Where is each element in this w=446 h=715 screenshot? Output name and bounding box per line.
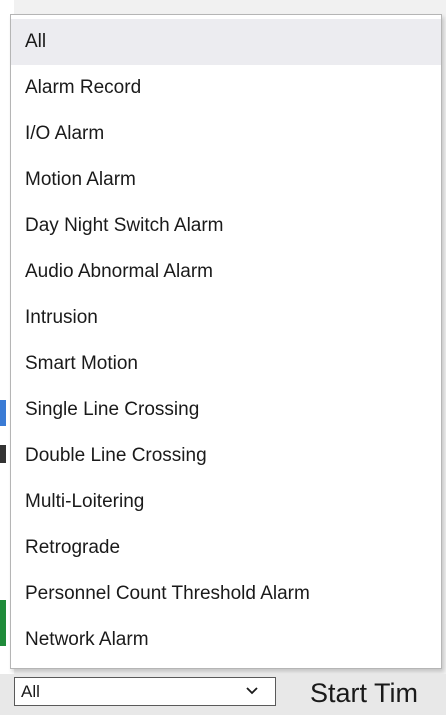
option-motion-alarm[interactable]: Motion Alarm [11,157,441,203]
option-day-night-switch-alarm[interactable]: Day Night Switch Alarm [11,203,441,249]
option-all[interactable]: All [11,19,441,65]
alarm-type-select[interactable]: All [14,677,276,706]
alarm-type-dropdown-list: All Alarm Record I/O Alarm Motion Alarm … [10,14,442,669]
option-io-alarm[interactable]: I/O Alarm [11,111,441,157]
alarm-type-select-value: All [21,682,40,701]
option-multi-loitering[interactable]: Multi-Loitering [11,479,441,525]
option-intrusion[interactable]: Intrusion [11,295,441,341]
option-single-line-crossing[interactable]: Single Line Crossing [11,387,441,433]
option-network-alarm[interactable]: Network Alarm [11,617,441,663]
start-time-label: Start Tim [310,678,419,708]
option-smart-motion[interactable]: Smart Motion [11,341,441,387]
option-alarm-record[interactable]: Alarm Record [11,65,441,111]
option-retrograde[interactable]: Retrograde [11,525,441,571]
background-mark-blue [0,400,6,426]
chevron-down-icon[interactable] [245,684,259,698]
option-personnel-count-threshold-alarm[interactable]: Personnel Count Threshold Alarm [11,571,441,617]
option-double-line-crossing[interactable]: Double Line Crossing [11,433,441,479]
background-mark-green [0,600,6,646]
option-audio-abnormal-alarm[interactable]: Audio Abnormal Alarm [11,249,441,295]
background-mark-dark [0,445,6,463]
